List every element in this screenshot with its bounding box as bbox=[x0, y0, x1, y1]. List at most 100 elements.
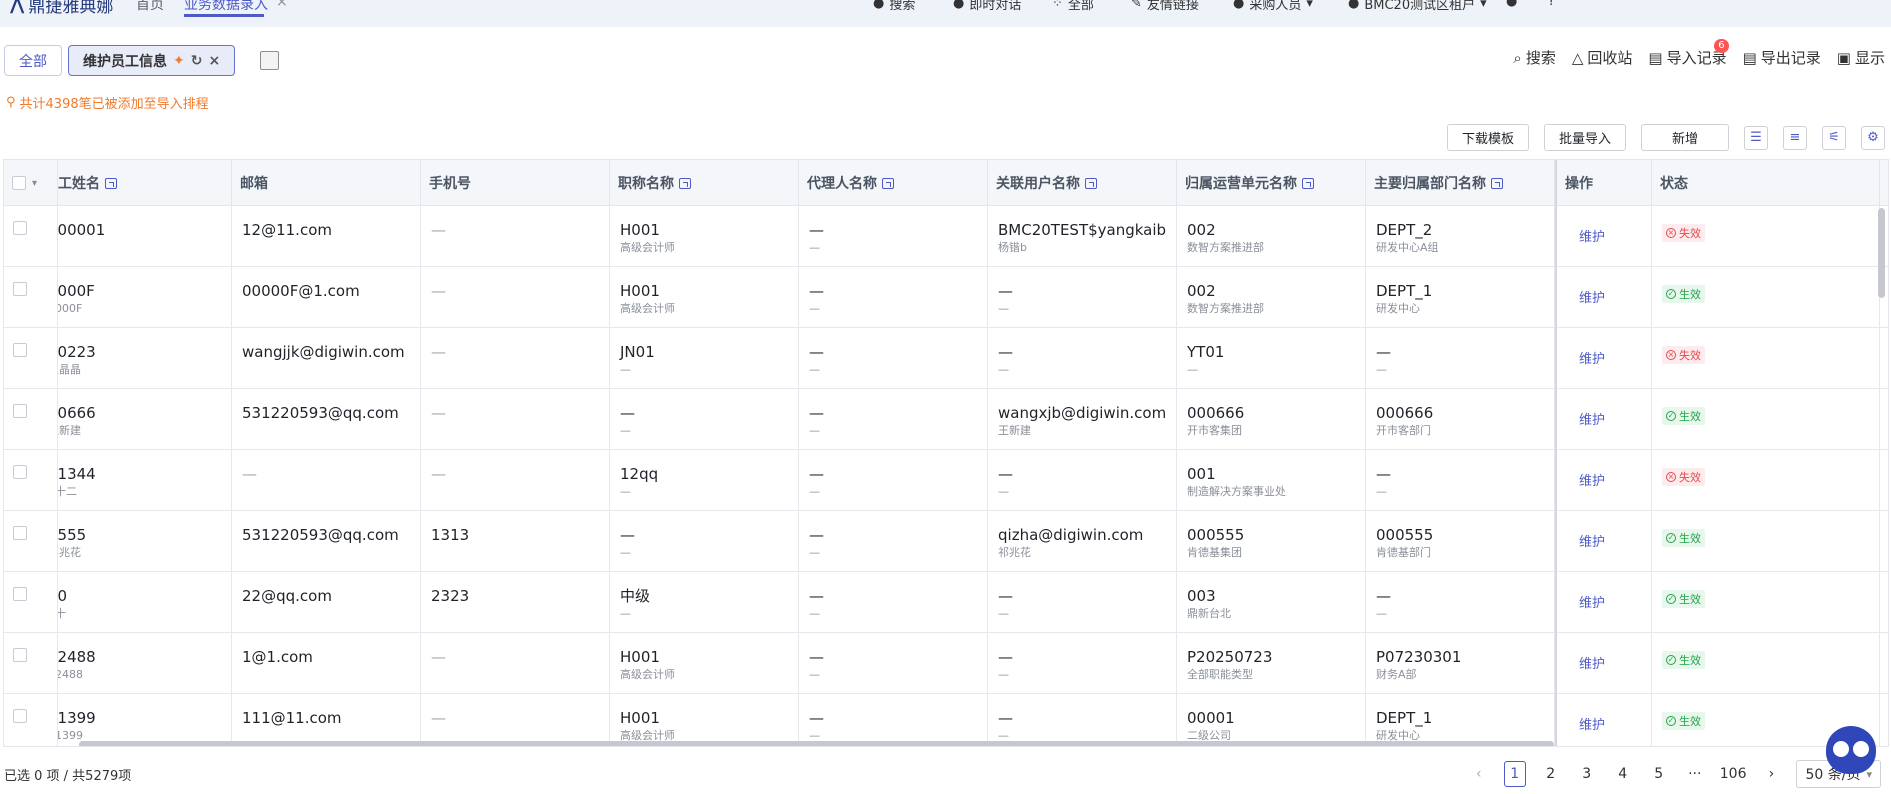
row-checkbox[interactable] bbox=[13, 404, 27, 418]
maintain-link[interactable]: 维护 bbox=[1579, 413, 1605, 428]
export-record-button[interactable]: ▤ 导出记录 bbox=[1743, 47, 1821, 68]
close-all-tabs-icon[interactable] bbox=[260, 51, 279, 70]
cell-email-value: 531220593@qq.com bbox=[242, 526, 399, 544]
col-employee-name[interactable]: 员工姓名 bbox=[58, 160, 232, 206]
top-all[interactable]: ⁘ 全部 bbox=[1052, 0, 1094, 13]
cell-name-value: 81399 bbox=[58, 709, 96, 727]
col-unit[interactable]: 归属运营单元名称 bbox=[1177, 160, 1366, 206]
row-checkbox[interactable] bbox=[13, 221, 27, 235]
cell-unit-sub: 制造解决方案事业处 bbox=[1187, 485, 1286, 498]
nav-business-data-entry[interactable]: 业务数据录入 bbox=[184, 0, 268, 14]
table-header: ▾ 员工姓名 邮箱 手机号 职称名称 代理人名称 关联用户名称 归属运营单元名称… bbox=[4, 160, 1888, 206]
row-checkbox[interactable] bbox=[13, 282, 27, 296]
maintain-link[interactable]: 维护 bbox=[1579, 230, 1605, 245]
horizontal-scrollbar[interactable] bbox=[79, 741, 1554, 746]
tab-all[interactable]: 全部 bbox=[4, 45, 62, 76]
col-email[interactable]: 邮箱 bbox=[232, 160, 421, 206]
page-4[interactable]: 4 bbox=[1612, 761, 1634, 787]
top-tenant[interactable]: ● BMC20测试区租户 ▾ bbox=[1348, 0, 1487, 13]
top-chat[interactable]: ● 即时对话 bbox=[953, 0, 1021, 13]
row-checkbox[interactable] bbox=[13, 709, 27, 723]
cell-unit-sub: 肯德基集团 bbox=[1187, 546, 1242, 559]
cell-user-value: — bbox=[998, 343, 1013, 361]
display-button[interactable]: ▣ 显示 bbox=[1837, 47, 1885, 68]
cell-unit: 001 制造解决方案事业处 bbox=[1177, 450, 1366, 511]
page-1[interactable]: 1 bbox=[1503, 761, 1526, 787]
page-3[interactable]: 3 bbox=[1576, 761, 1598, 787]
maintain-link[interactable]: 维护 bbox=[1579, 535, 1605, 550]
select-all-checkbox[interactable] bbox=[12, 176, 26, 190]
col-agent[interactable]: 代理人名称 bbox=[799, 160, 988, 206]
cell-operation: 维护 bbox=[1555, 328, 1652, 389]
next-page-icon[interactable]: › bbox=[1760, 761, 1782, 787]
cell-email: 1@1.com bbox=[232, 633, 421, 694]
page-2[interactable]: 2 bbox=[1540, 761, 1562, 787]
nav-home[interactable]: 首页 bbox=[136, 0, 164, 14]
x-circle-icon: × bbox=[1666, 472, 1676, 482]
col-dept-label: 主要归属部门名称 bbox=[1374, 176, 1486, 192]
maintain-link[interactable]: 维护 bbox=[1579, 291, 1605, 306]
cell-title-value: — bbox=[620, 404, 635, 422]
maintain-link[interactable]: 维护 bbox=[1579, 718, 1605, 733]
tab-maintain-employee[interactable]: 维护员工信息 ✦ ↻ × bbox=[68, 45, 236, 76]
app-logo[interactable]: ⋀ 鼎捷雅典娜 bbox=[10, 0, 113, 17]
batch-import-button[interactable]: 批量导入 bbox=[1543, 124, 1626, 151]
help-icon[interactable]: ? bbox=[1548, 0, 1555, 9]
cell-phone-value: 1313 bbox=[431, 526, 470, 544]
bell-icon[interactable]: ● bbox=[1506, 0, 1517, 9]
search-button[interactable]: ⌕ 搜索 bbox=[1513, 47, 1555, 68]
assistant-mascot-icon[interactable] bbox=[1826, 726, 1876, 774]
top-tenant-label: BMC20测试区租户 bbox=[1364, 0, 1476, 13]
page-ellipsis[interactable]: ··· bbox=[1684, 761, 1706, 787]
close-tab-icon[interactable]: × bbox=[276, 0, 288, 10]
row-checkbox[interactable] bbox=[13, 587, 27, 601]
col-status-label: 状态 bbox=[1660, 176, 1688, 192]
close-icon[interactable]: × bbox=[208, 53, 220, 69]
maintain-link[interactable]: 维护 bbox=[1579, 657, 1605, 672]
add-button[interactable]: 新增 bbox=[1640, 124, 1729, 151]
maintain-link[interactable]: 维护 bbox=[1579, 474, 1605, 489]
settings-icon[interactable]: ⚙ bbox=[1861, 125, 1885, 150]
cell-name-value: 00666 bbox=[58, 404, 96, 422]
sort-icon[interactable]: ≡ bbox=[1783, 125, 1807, 150]
pin-icon[interactable]: ✦ bbox=[173, 53, 185, 69]
page-5[interactable]: 5 bbox=[1648, 761, 1670, 787]
row-checkbox[interactable] bbox=[13, 465, 27, 479]
top-links[interactable]: ✎ 友情链接 bbox=[1131, 0, 1199, 13]
top-search[interactable]: ● 搜索 bbox=[873, 0, 915, 13]
chevron-down-icon[interactable]: ▾ bbox=[32, 178, 37, 189]
maintain-link[interactable]: 维护 bbox=[1579, 596, 1605, 611]
cell-name-sub: 祁兆花 bbox=[58, 546, 81, 559]
display-icon: ▣ bbox=[1836, 48, 1851, 67]
filter-icon[interactable]: ⚟ bbox=[1822, 125, 1846, 150]
cell-agent: — — bbox=[799, 206, 988, 267]
cell-status: ✓ 生效 bbox=[1652, 633, 1880, 694]
status-badge: ✓ 生效 bbox=[1662, 407, 1705, 425]
cell-title: H001 高级会计师 bbox=[610, 267, 799, 328]
download-template-button[interactable]: 下载模板 bbox=[1446, 124, 1529, 151]
vertical-scrollbar[interactable] bbox=[1878, 208, 1885, 298]
col-linked-user[interactable]: 关联用户名称 bbox=[988, 160, 1177, 206]
cell-unit-value: 000555 bbox=[1187, 526, 1245, 544]
column-settings-icon[interactable]: ☰ bbox=[1744, 125, 1768, 150]
cell-name-value: 72488 bbox=[58, 648, 96, 666]
row-checkbox[interactable] bbox=[13, 343, 27, 357]
row-checkbox[interactable] bbox=[13, 526, 27, 540]
prev-page-icon[interactable]: ‹ bbox=[1468, 761, 1490, 787]
recycle-bin-button[interactable]: △ 回收站 bbox=[1572, 47, 1633, 68]
tab-label: 维护员工信息 bbox=[83, 53, 167, 70]
col-phone[interactable]: 手机号 bbox=[421, 160, 610, 206]
refresh-icon[interactable]: ↻ bbox=[191, 53, 203, 69]
import-record-button[interactable]: ▤ 导入记录 6 bbox=[1648, 39, 1729, 68]
page-106[interactable]: 106 bbox=[1720, 761, 1747, 787]
cell-unit-value: 002 bbox=[1187, 221, 1216, 239]
row-checkbox[interactable] bbox=[13, 648, 27, 662]
cell-title: — — bbox=[610, 389, 799, 450]
maintain-link[interactable]: 维护 bbox=[1579, 352, 1605, 367]
cell-email-value: wangjjk@digiwin.com bbox=[242, 343, 405, 361]
status-text: 生效 bbox=[1679, 654, 1701, 667]
col-title[interactable]: 职称名称 bbox=[610, 160, 799, 206]
cell-operation: 维护 bbox=[1555, 267, 1652, 328]
col-dept[interactable]: 主要归属部门名称 bbox=[1366, 160, 1555, 206]
top-role[interactable]: ● 采购人员 ▾ bbox=[1233, 0, 1313, 13]
